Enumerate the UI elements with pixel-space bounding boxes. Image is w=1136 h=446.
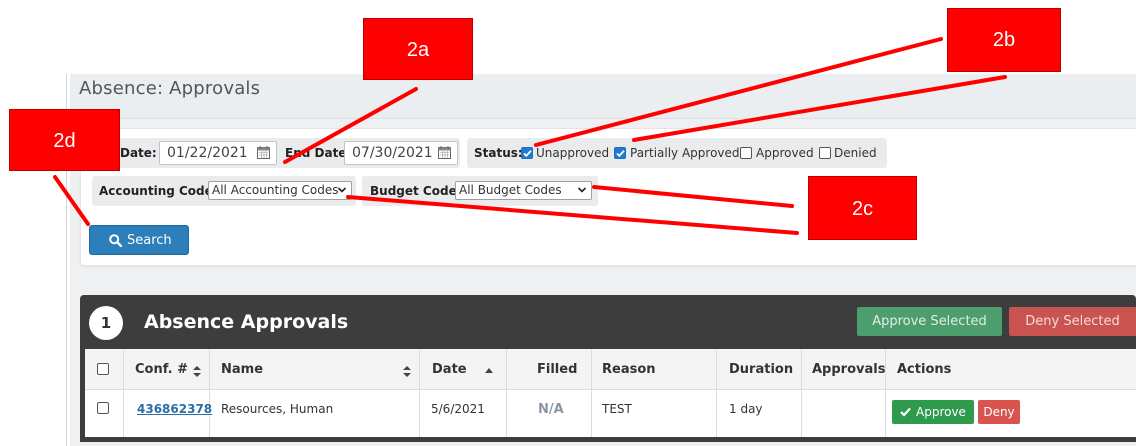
callout-line-2c [346,195,799,235]
callout-line-2a [283,87,418,164]
callout-2a: 2a [363,18,473,80]
callout-2c: 2c [808,176,917,240]
callout-line-2b [632,75,1007,142]
callout-line-2c [592,185,794,208]
callout-line-2d [53,175,90,226]
callout-2b: 2b [947,8,1061,72]
callout-2d: 2d [9,109,120,171]
callout-line-2b [534,37,943,147]
